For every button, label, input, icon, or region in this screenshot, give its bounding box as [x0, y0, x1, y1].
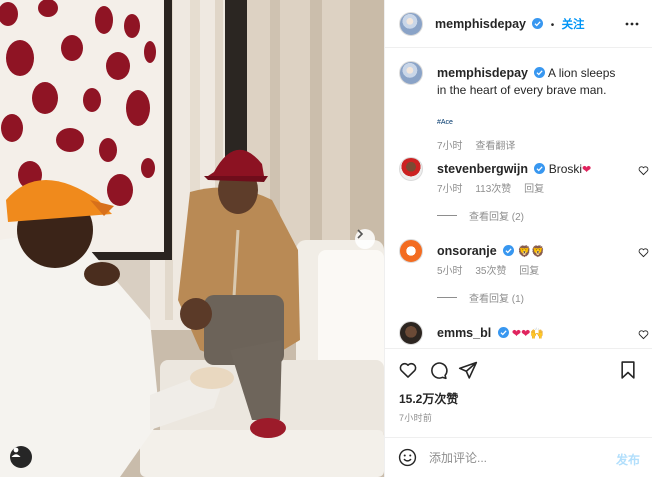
separator-dot: •	[550, 19, 555, 31]
comment-item: onsoranje 🦁🦁 5小时 35次赞 回复 查看回复 (1)	[399, 239, 649, 315]
like-count[interactable]: 15.2万次赞	[399, 390, 458, 407]
verified-badge-icon	[503, 245, 515, 256]
view-replies-button[interactable]: 查看回复 (1)	[437, 290, 524, 305]
author-avatar[interactable]	[399, 11, 423, 36]
comment-likes[interactable]: 35次赞	[475, 266, 506, 277]
verified-badge-icon	[497, 327, 509, 338]
comment-item: emms_bl ❤❤🙌	[399, 321, 649, 347]
verified-badge-icon	[534, 67, 546, 78]
caption-meta: 7小时 查看翻译	[437, 137, 525, 152]
comment-icon[interactable]	[428, 360, 448, 380]
comment-body: Broski	[548, 162, 583, 176]
comment-emoji: 🦁🦁	[517, 246, 545, 258]
comment-username[interactable]: emms_bl	[437, 326, 491, 340]
caption-time: 7小时	[437, 141, 463, 152]
comment-composer: 发布	[385, 437, 652, 477]
verified-badge-icon	[532, 17, 544, 29]
comment-time: 7小时	[437, 184, 463, 195]
comment-like-icon[interactable]	[638, 329, 649, 340]
caption-username[interactable]: memphisdepay	[437, 66, 528, 80]
comment-emoji: ❤❤🙌	[511, 328, 545, 340]
share-icon[interactable]	[458, 360, 478, 380]
post-header: memphisdepay • 关注	[385, 0, 652, 48]
comment-text: onsoranje 🦁🦁	[437, 243, 627, 261]
view-replies-label: 查看回复 (2)	[469, 212, 524, 223]
replies-divider	[437, 297, 457, 298]
post-dialog: memphisdepay • 关注 memphisdepay A lion sl…	[0, 0, 652, 477]
more-options-icon[interactable]	[625, 17, 639, 31]
post-comment-button[interactable]: 发布	[616, 451, 640, 468]
comment-username[interactable]: onsoranje	[437, 244, 497, 258]
follow-button[interactable]: 关注	[562, 19, 585, 31]
action-bar	[385, 348, 652, 388]
comment-emoji: ❤	[582, 164, 592, 176]
comment-like-icon[interactable]	[638, 165, 649, 176]
comment-text: emms_bl ❤❤🙌	[437, 325, 627, 343]
replies-divider	[437, 215, 457, 216]
bookmark-icon[interactable]	[618, 360, 638, 380]
comment-like-icon[interactable]	[638, 247, 649, 258]
author-name-row: memphisdepay • 关注	[435, 16, 585, 32]
translate-link[interactable]: 查看翻译	[475, 141, 515, 152]
verified-badge-icon	[534, 163, 546, 174]
post-photo[interactable]	[0, 0, 384, 477]
author-username[interactable]: memphisdepay	[435, 17, 526, 31]
post-timestamp: 7小时前	[399, 413, 433, 423]
caption-text: memphisdepay A lion sleeps in the heart …	[437, 65, 627, 99]
caption-author-avatar[interactable]	[399, 61, 423, 85]
emoji-icon[interactable]	[398, 448, 417, 467]
comment-likes[interactable]: 113次赞	[475, 184, 511, 195]
post-caption: memphisdepay A lion sleeps in the heart …	[399, 61, 649, 152]
comment-item: stevenbergwijn Broski❤ 7小时 113次赞 回复 查看回复…	[399, 157, 649, 233]
user-tags-button[interactable]	[10, 446, 32, 468]
comment-meta: 7小时 113次赞 回复	[437, 180, 554, 195]
heart-icon[interactable]	[398, 360, 418, 380]
commenter-avatar[interactable]	[399, 157, 423, 181]
commenter-avatar[interactable]	[399, 239, 423, 263]
user-tag-icon	[11, 447, 21, 457]
hashtag-link[interactable]: #Ace	[437, 119, 453, 126]
comments-list[interactable]: memphisdepay A lion sleeps in the heart …	[385, 49, 652, 347]
view-replies-button[interactable]: 查看回复 (2)	[437, 208, 524, 223]
reply-button[interactable]: 回复	[519, 266, 539, 277]
post-side-panel: memphisdepay • 关注 memphisdepay A lion sl…	[384, 0, 652, 477]
comment-text: stevenbergwijn Broski❤	[437, 161, 627, 179]
commenter-avatar[interactable]	[399, 321, 423, 345]
next-photo-button[interactable]	[355, 229, 375, 249]
photo-illustration	[0, 0, 384, 477]
comment-meta: 5小时 35次赞 回复	[437, 262, 549, 277]
view-replies-label: 查看回复 (1)	[469, 294, 524, 305]
next-arrow-icon	[357, 229, 364, 239]
comment-username[interactable]: stevenbergwijn	[437, 162, 528, 176]
reply-button[interactable]: 回复	[524, 184, 544, 195]
comment-input[interactable]	[429, 449, 589, 467]
comment-time: 5小时	[437, 266, 463, 277]
